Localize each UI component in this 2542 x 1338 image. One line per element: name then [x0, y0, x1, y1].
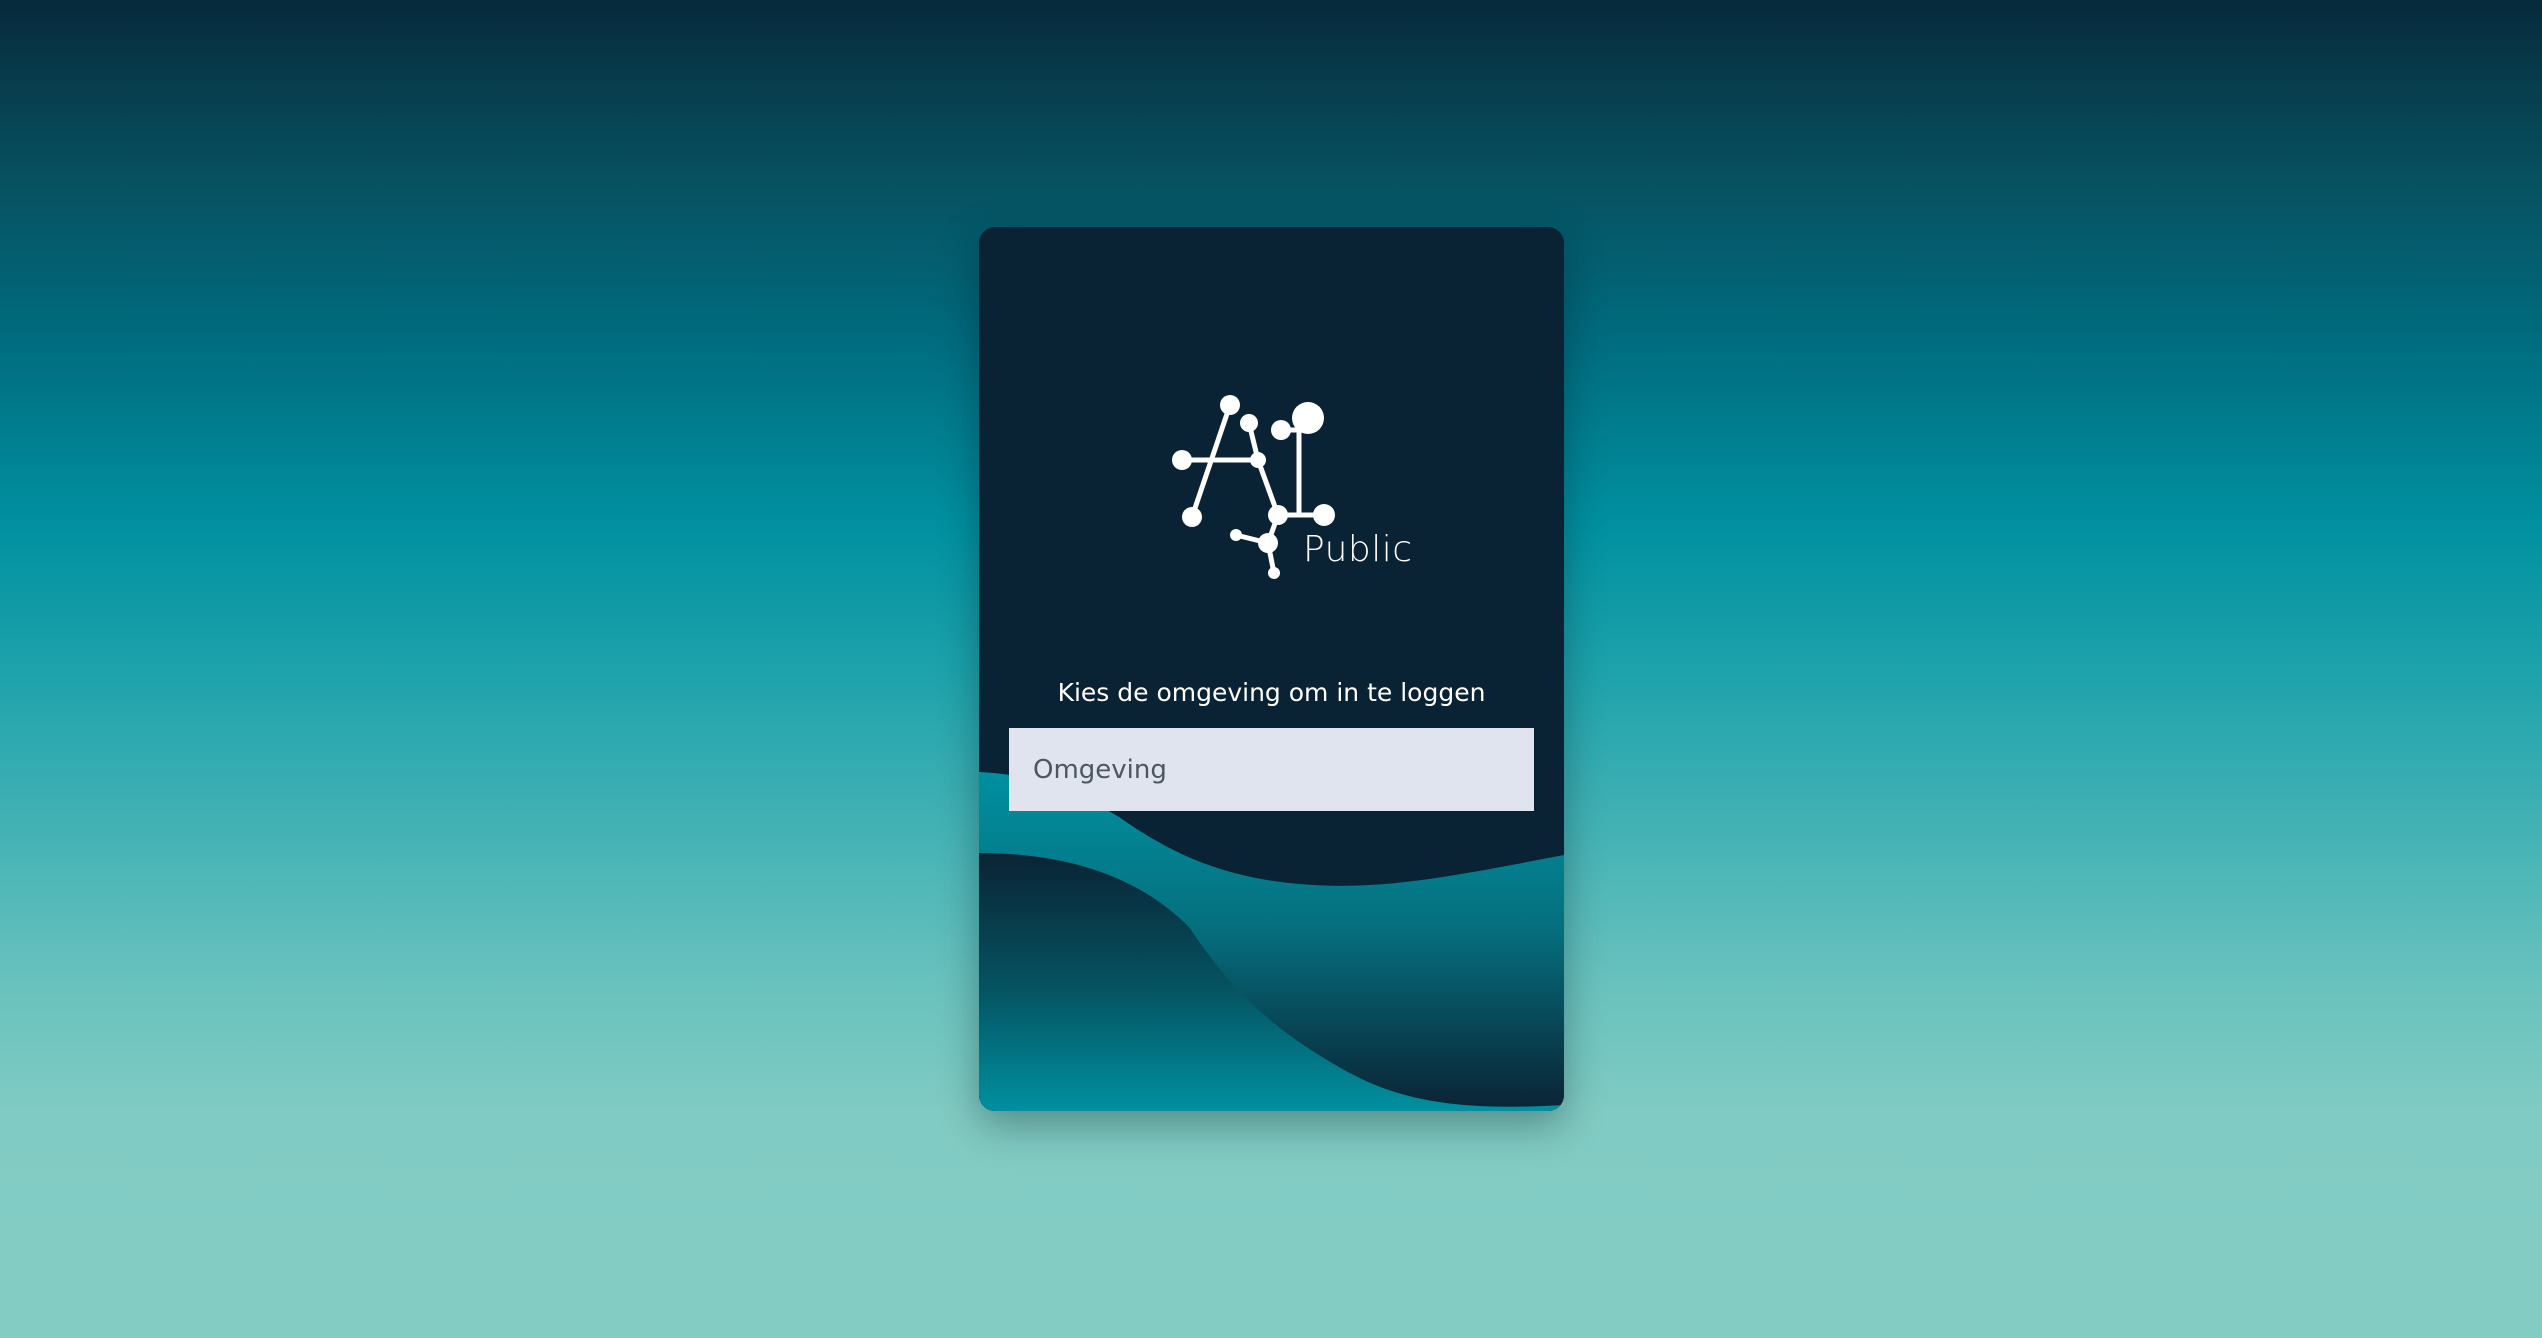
logo-dot-icon — [1292, 402, 1324, 434]
decorative-waves — [979, 772, 1564, 1111]
environment-select[interactable]: Omgeving — [1009, 728, 1534, 811]
login-card: Public Kies de omgeving om in te loggen … — [979, 227, 1564, 1111]
logo-wordmark: Public — [1303, 529, 1413, 570]
environment-prompt: Kies de omgeving om in te loggen — [1057, 678, 1486, 707]
environment-select-placeholder: Omgeving — [1033, 754, 1167, 785]
